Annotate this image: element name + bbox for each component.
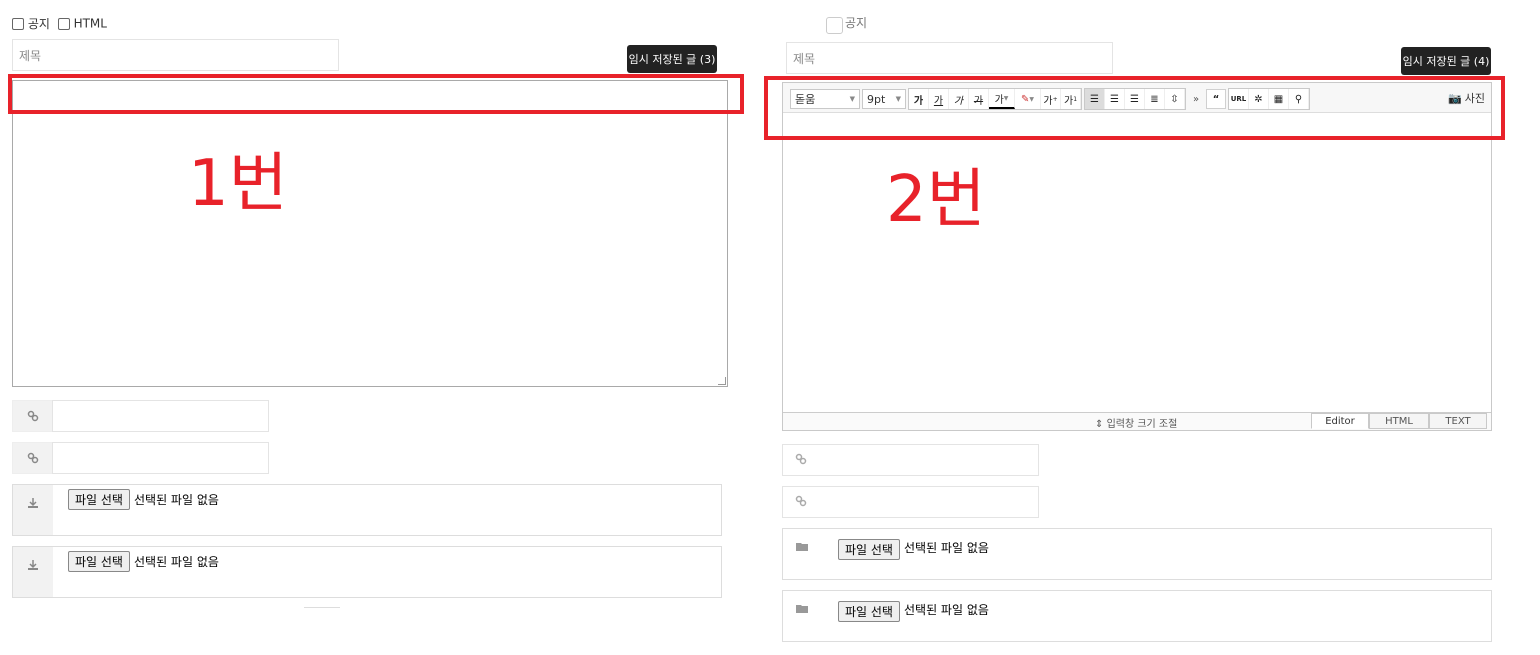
left-link-row-2 — [12, 442, 269, 474]
annotation-box-1 — [8, 74, 744, 114]
right-file-status-1: 선택된 파일 없음 — [903, 541, 989, 555]
folder-icon — [783, 529, 823, 579]
editor-tabs: Editor HTML TEXT — [1311, 413, 1487, 429]
left-notice-label: 공지 — [27, 17, 50, 31]
right-title-placeholder: 제목 — [793, 51, 816, 66]
right-file-row-2: 파일 선택 선택된 파일 없음 — [782, 590, 1492, 642]
right-temp-saved-button[interactable]: 임시 저장된 글 (4) — [1401, 47, 1491, 75]
link-icon — [12, 400, 52, 432]
right-temp-saved-label: 임시 저장된 글 (4) — [1402, 55, 1490, 68]
left-notice-checkbox[interactable] — [12, 17, 24, 30]
editor-footer: ⇕ 입력창 크기 조절 Editor HTML TEXT — [783, 412, 1491, 430]
tab-text[interactable]: TEXT — [1429, 413, 1487, 429]
left-title-placeholder: 제목 — [19, 48, 42, 63]
annotation-box-2 — [764, 76, 1505, 140]
link-icon — [795, 453, 807, 468]
left-file-status-1: 선택된 파일 없음 — [133, 493, 219, 507]
right-notice-label: 공지 — [845, 16, 868, 30]
divider — [304, 607, 340, 608]
left-link-row-1 — [12, 400, 269, 432]
left-file-row-1: 파일 선택 선택된 파일 없음 — [12, 484, 722, 536]
left-html-checkbox[interactable] — [57, 17, 70, 30]
left-title-input[interactable]: 제목 — [12, 39, 339, 71]
left-file-select-button-2[interactable]: 파일 선택 — [68, 551, 130, 572]
tab-html[interactable]: HTML — [1369, 413, 1429, 429]
link-icon — [12, 442, 52, 474]
right-title-input[interactable]: 제목 — [786, 42, 1113, 74]
right-file-select-button-2[interactable]: 파일 선택 — [838, 601, 900, 622]
download-icon — [13, 547, 53, 597]
right-file-row-1: 파일 선택 선택된 파일 없음 — [782, 528, 1492, 580]
left-link-input-1[interactable] — [52, 400, 269, 432]
right-link-input-2[interactable] — [782, 486, 1039, 518]
left-options-row: 공지 HTML — [12, 15, 107, 32]
tab-editor[interactable]: Editor — [1311, 413, 1369, 429]
left-content-textarea[interactable] — [12, 80, 728, 387]
right-options-row: 공지 — [826, 16, 868, 34]
left-temp-saved-label: 임시 저장된 글 (3) — [628, 53, 716, 66]
right-link-input-1[interactable] — [782, 444, 1039, 476]
resize-label: 입력창 크기 조절 — [1106, 419, 1178, 430]
resize-arrows-icon: ⇕ — [1095, 419, 1104, 430]
link-icon — [795, 495, 807, 510]
left-temp-saved-button[interactable]: 임시 저장된 글 (3) — [627, 45, 717, 73]
annotation-label-2: 2번 — [886, 163, 986, 237]
right-file-select-button-1[interactable]: 파일 선택 — [838, 539, 900, 560]
left-file-select-button-1[interactable]: 파일 선택 — [68, 489, 130, 510]
left-file-row-2: 파일 선택 선택된 파일 없음 — [12, 546, 722, 598]
left-file-status-2: 선택된 파일 없음 — [133, 555, 219, 569]
left-html-label: HTML — [73, 16, 107, 31]
download-icon — [13, 485, 53, 535]
resize-control[interactable]: ⇕ 입력창 크기 조절 — [1095, 415, 1177, 430]
folder-icon — [783, 591, 823, 641]
right-editor-area[interactable] — [783, 113, 1491, 413]
right-notice-checkbox[interactable] — [826, 17, 843, 34]
right-file-status-2: 선택된 파일 없음 — [903, 603, 989, 617]
annotation-label-1: 1번 — [188, 147, 288, 221]
resize-handle[interactable] — [718, 377, 726, 385]
left-link-input-2[interactable] — [52, 442, 269, 474]
